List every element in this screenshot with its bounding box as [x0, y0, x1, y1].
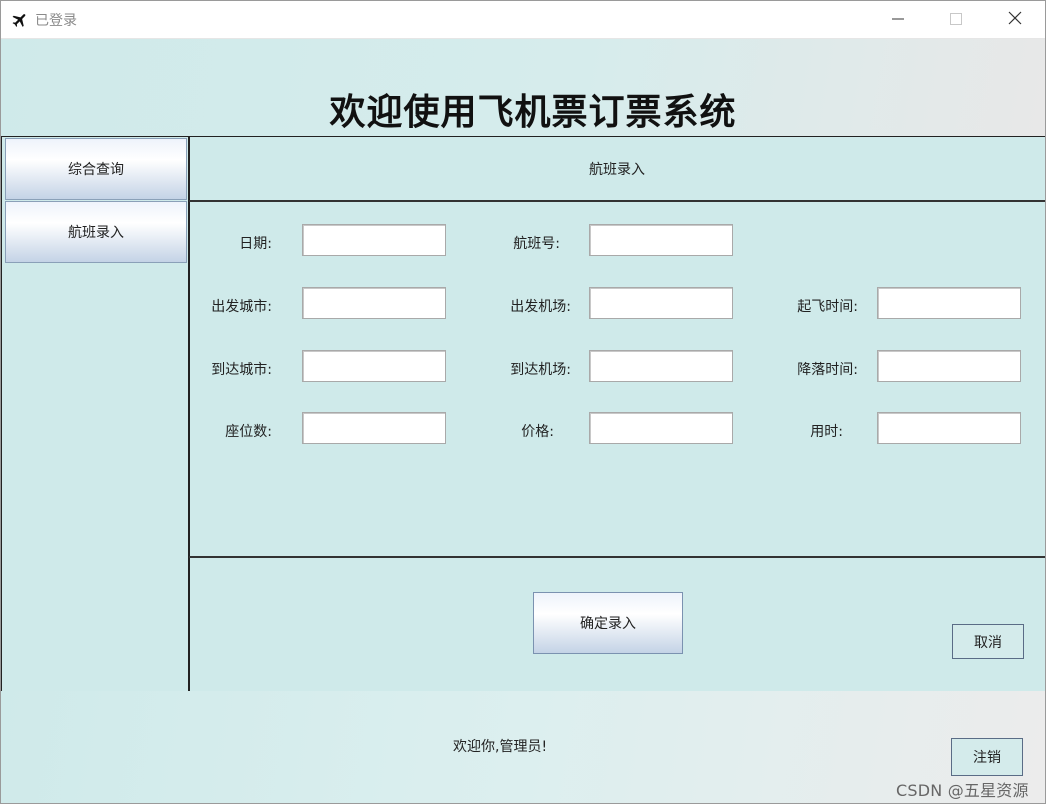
- section-title: 航班录入: [189, 137, 1045, 202]
- depart-city-input[interactable]: [302, 287, 446, 319]
- minimize-button[interactable]: [869, 1, 927, 38]
- close-button[interactable]: [986, 1, 1044, 38]
- date-label: 日期:: [239, 236, 272, 252]
- arrive-city-label: 到达城市:: [211, 362, 272, 378]
- flight-entry-form: 日期: 航班号: 出发城市: 出发机场: 起飞时间: 到达城市: 到达机场: 降…: [189, 202, 1045, 558]
- seats-label: 座位数:: [225, 424, 272, 440]
- depart-airport-input[interactable]: [589, 287, 733, 319]
- page-title: 欢迎使用飞机票订票系统: [329, 92, 737, 133]
- maximize-icon: [950, 10, 962, 29]
- header-banner: 欢迎使用飞机票订票系统: [1, 39, 1045, 136]
- duration-label: 用时:: [810, 424, 843, 440]
- arrive-city-input[interactable]: [302, 350, 446, 382]
- maximize-button[interactable]: [927, 1, 985, 38]
- price-input[interactable]: [589, 412, 733, 444]
- flight-no-input[interactable]: [589, 224, 733, 256]
- minimize-icon: [892, 10, 904, 29]
- sidebar-item-flight-entry[interactable]: 航班录入: [5, 201, 187, 263]
- watermark: CSDN @五星资源: [896, 781, 1029, 800]
- sidebar-item-query[interactable]: 综合查询: [5, 138, 187, 200]
- landing-time-input[interactable]: [877, 350, 1021, 382]
- arrive-airport-label: 到达机场:: [510, 362, 571, 378]
- main-panel: 航班录入 日期: 航班号: 出发城市: 出发机场: 起飞时间: 到达城市: 到达…: [189, 136, 1045, 692]
- takeoff-time-label: 起飞时间:: [797, 299, 858, 315]
- depart-city-label: 出发城市:: [211, 299, 272, 315]
- title-bar: 已登录: [1, 1, 1045, 39]
- arrive-airport-input[interactable]: [589, 350, 733, 382]
- welcome-message: 欢迎你,管理员!: [453, 739, 548, 755]
- date-input[interactable]: [302, 224, 446, 256]
- price-label: 价格:: [521, 424, 554, 440]
- app-window: 已登录 欢迎使用飞机票订票系统 综合查询 航班录入 航班录入 日期: 航班号: …: [0, 0, 1046, 804]
- airplane-icon: [11, 11, 29, 29]
- cancel-button[interactable]: 取消: [952, 624, 1024, 659]
- footer: 欢迎你,管理员! 注销 CSDN @五星资源: [1, 691, 1045, 803]
- confirm-entry-button[interactable]: 确定录入: [533, 592, 683, 654]
- sidebar: 综合查询 航班录入: [1, 136, 190, 692]
- duration-input[interactable]: [877, 412, 1021, 444]
- takeoff-time-input[interactable]: [877, 287, 1021, 319]
- landing-time-label: 降落时间:: [797, 362, 858, 378]
- logout-button[interactable]: 注销: [951, 738, 1023, 776]
- flight-no-label: 航班号:: [513, 236, 560, 252]
- close-icon: [1008, 10, 1022, 29]
- depart-airport-label: 出发机场:: [510, 299, 571, 315]
- window-title: 已登录: [35, 13, 77, 29]
- seats-input[interactable]: [302, 412, 446, 444]
